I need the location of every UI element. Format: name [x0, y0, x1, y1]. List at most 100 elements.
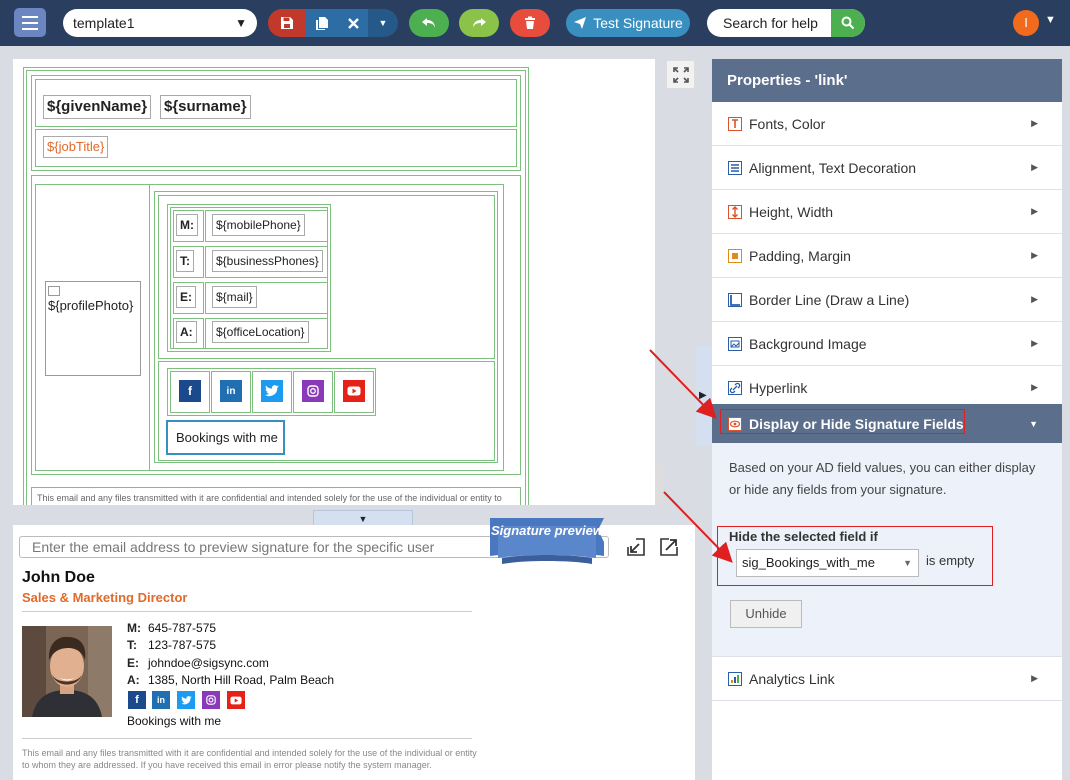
- help-search-input[interactable]: Search for help: [723, 9, 818, 37]
- properties-panel: Properties - 'link' Fonts, Color ▶ Align…: [712, 59, 1062, 780]
- hide-field-select-value: sig_Bookings_with_me: [742, 555, 875, 570]
- business-phones-field[interactable]: ${businessPhones}: [212, 250, 323, 272]
- trash-icon: [525, 16, 535, 29]
- caret-right-icon: ▶: [699, 390, 707, 401]
- preview-name: John Doe: [22, 569, 95, 586]
- help-search[interactable]: Search for help: [707, 9, 865, 37]
- twitter-icon[interactable]: [177, 691, 195, 709]
- file-action-group: ▼: [268, 9, 398, 37]
- image-icon: [727, 336, 743, 352]
- caret-right-icon: ▶: [1031, 382, 1038, 392]
- display-hide-section: Based on your AD field values, you can e…: [712, 443, 1062, 657]
- prop-label: Analytics Link: [749, 670, 835, 687]
- instagram-icon[interactable]: [202, 691, 220, 709]
- delete-button[interactable]: [510, 9, 550, 37]
- fullscreen-button[interactable]: [666, 60, 695, 89]
- test-signature-button[interactable]: Test Signature: [566, 9, 690, 37]
- hide-condition-label: Hide the selected field if: [729, 529, 878, 544]
- caret-right-icon: ▶: [1031, 338, 1038, 348]
- collapse-editor-tab[interactable]: ▼: [313, 510, 413, 526]
- redo-icon: [473, 18, 486, 28]
- facebook-icon[interactable]: f: [179, 380, 201, 402]
- shrink-icon: [627, 538, 645, 556]
- preview-bookings-link[interactable]: Bookings with me: [127, 714, 221, 728]
- preview-contact-label: M:: [127, 621, 141, 635]
- save-icon: [281, 17, 293, 29]
- prop-display-hide-fields[interactable]: Display or Hide Signature Fields ▼: [712, 404, 1062, 443]
- office-location-field[interactable]: ${officeLocation}: [212, 321, 309, 343]
- search-icon: [841, 16, 855, 30]
- undo-icon: [422, 18, 435, 28]
- surname-field[interactable]: ${surname}: [160, 95, 251, 119]
- instagram-icon[interactable]: [302, 380, 324, 402]
- facebook-icon[interactable]: f: [128, 691, 146, 709]
- youtube-icon[interactable]: [227, 691, 245, 709]
- given-name-field[interactable]: ${givenName}: [43, 95, 152, 119]
- prop-border-line[interactable]: Border Line (Draw a Line) ▶: [712, 278, 1062, 322]
- prop-label: Alignment, Text Decoration: [749, 159, 917, 176]
- preview-address: 1385, North Hill Road, Palm Beach: [148, 673, 335, 687]
- contact-label[interactable]: A:: [176, 321, 197, 343]
- prop-fonts-color[interactable]: Fonts, Color ▶: [712, 102, 1062, 146]
- prop-analytics-link[interactable]: Analytics Link ▶: [712, 657, 1062, 701]
- signature-preview-title: Signature preview: [491, 523, 603, 538]
- caret-right-icon: ▶: [1031, 162, 1038, 172]
- send-icon: [574, 17, 587, 29]
- more-actions-button[interactable]: ▼: [368, 9, 398, 37]
- prop-height-width[interactable]: Height, Width ▶: [712, 190, 1062, 234]
- close-icon: [347, 17, 359, 29]
- profile-photo: [22, 626, 112, 717]
- copy-icon: [316, 17, 328, 30]
- hide-condition-text: is empty: [926, 553, 975, 568]
- caret-right-icon: ▶: [1031, 206, 1038, 216]
- mail-field[interactable]: ${mail}: [212, 286, 257, 308]
- preview-contact-label: T:: [127, 638, 137, 652]
- contact-label[interactable]: E:: [176, 286, 196, 308]
- top-toolbar: template1 ▼ ▼ Test Signature Search for …: [0, 0, 1070, 46]
- linkedin-icon[interactable]: in: [220, 380, 242, 402]
- popout-preview-button[interactable]: [658, 536, 680, 558]
- editor-scrollbar[interactable]: [655, 466, 663, 506]
- twitter-icon[interactable]: [261, 380, 283, 402]
- signature-editor-canvas: ${givenName} ${surname} ${jobTitle} ${pr…: [13, 59, 655, 505]
- job-title-field[interactable]: ${jobTitle}: [43, 136, 109, 158]
- copy-button[interactable]: [306, 9, 338, 37]
- contact-label[interactable]: T:: [176, 250, 194, 272]
- panel-toggle-tab[interactable]: ▶: [696, 346, 712, 446]
- broken-image-icon: [48, 286, 60, 296]
- redo-button[interactable]: [459, 9, 499, 37]
- disclaimer-field[interactable]: This email and any files transmitted wit…: [37, 493, 502, 503]
- preview-email[interactable]: johndoe@sigsync.com: [148, 656, 269, 670]
- hide-field-select[interactable]: sig_Bookings_with_me ▼: [736, 549, 919, 577]
- undo-button[interactable]: [409, 9, 449, 37]
- prop-background-image[interactable]: Background Image ▶: [712, 322, 1062, 366]
- user-menu-chevron-icon[interactable]: ▼: [1045, 14, 1056, 26]
- prop-padding-margin[interactable]: Padding, Margin ▶: [712, 234, 1062, 278]
- menu-icon[interactable]: [14, 8, 46, 37]
- prop-label: Fonts, Color: [749, 115, 826, 132]
- collapse-preview-button[interactable]: [625, 536, 647, 558]
- prop-label: Border Line (Draw a Line): [749, 291, 910, 308]
- profile-photo-placeholder[interactable]: ${profilePhoto}: [45, 281, 141, 376]
- preview-job-title: Sales & Marketing Director: [22, 590, 188, 605]
- preview-mobile: 645-787-575: [148, 621, 217, 635]
- mobile-phone-field[interactable]: ${mobilePhone}: [212, 214, 305, 236]
- template-select[interactable]: template1 ▼: [63, 9, 257, 37]
- unhide-button[interactable]: Unhide: [730, 600, 802, 628]
- border-icon: [727, 292, 743, 308]
- user-avatar[interactable]: I: [1013, 10, 1039, 36]
- youtube-icon[interactable]: [343, 380, 365, 402]
- prop-alignment[interactable]: Alignment, Text Decoration ▶: [712, 146, 1062, 190]
- help-search-button[interactable]: [831, 9, 865, 37]
- prop-label: Height, Width: [749, 203, 834, 220]
- prop-label: Hyperlink: [749, 379, 808, 396]
- caret-right-icon: ▶: [1031, 250, 1038, 260]
- close-button[interactable]: [338, 9, 368, 37]
- signature-preview-ribbon: Signature preview: [490, 512, 604, 574]
- bookings-link-field[interactable]: Bookings with me: [166, 420, 285, 455]
- linkedin-icon[interactable]: in: [152, 691, 170, 709]
- save-button[interactable]: [268, 9, 306, 37]
- contact-label[interactable]: M:: [176, 214, 198, 236]
- preview-disclaimer: This email and any files transmitted wit…: [22, 748, 477, 770]
- caret-down-icon: ▼: [358, 513, 368, 524]
